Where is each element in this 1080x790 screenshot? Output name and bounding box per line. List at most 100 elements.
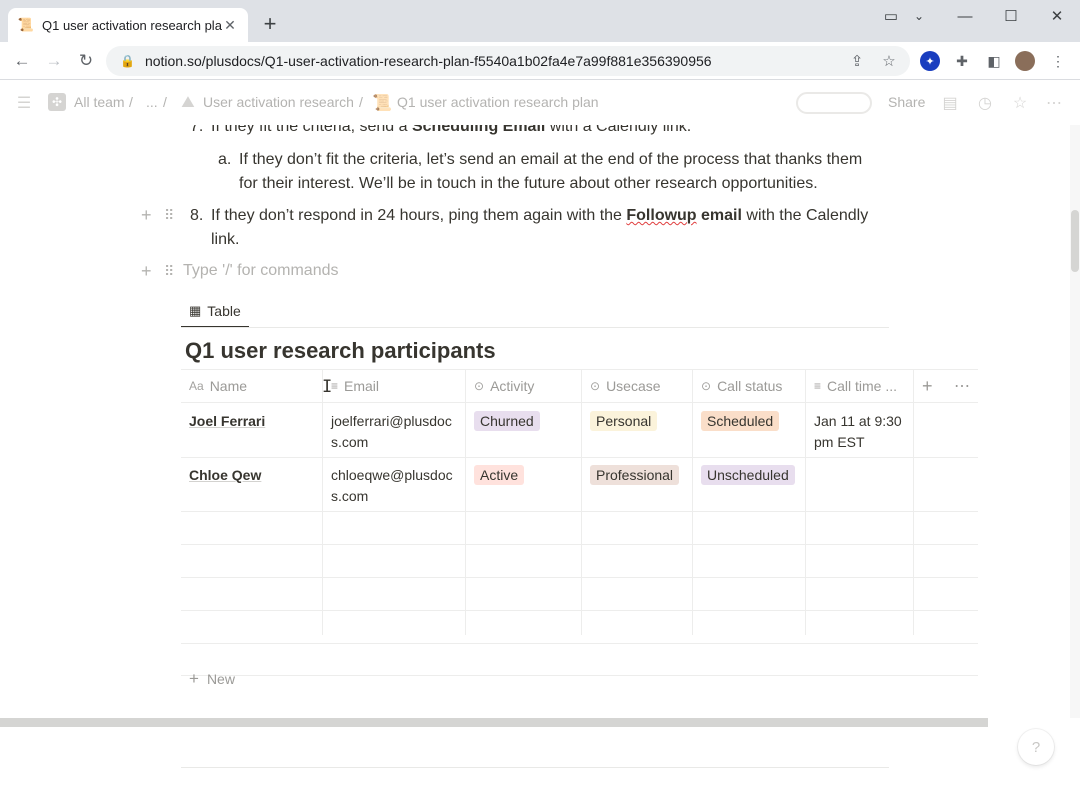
plus-icon: + xyxy=(189,669,199,688)
minimize-button[interactable]: — xyxy=(950,0,980,32)
list-item-8-line2[interactable]: link. xyxy=(211,228,239,252)
notion-topbar: ☰ ✣ All team / ... / ⛰ User activation r… xyxy=(0,81,1080,125)
workspace-icon: ✣ xyxy=(48,93,66,111)
address-bar[interactable]: 🔒 notion.so/plusdocs/Q1-user-activation-… xyxy=(106,46,910,76)
collaborator-avatars[interactable] xyxy=(796,92,872,114)
comments-icon[interactable]: ▤ xyxy=(940,93,960,113)
status-badge: Unscheduled xyxy=(701,465,795,485)
parent-page-icon: ⛰ xyxy=(181,94,195,111)
page-content: 7. If they fit the criteria, send a Sche… xyxy=(0,125,1070,718)
favorite-star-icon[interactable]: ☆ xyxy=(1010,93,1030,113)
new-tab-button[interactable]: + xyxy=(258,12,282,36)
list-number: 7. xyxy=(190,125,204,135)
view-tab-label: Table xyxy=(207,302,241,319)
sidebar-menu-icon[interactable]: ☰ xyxy=(14,93,34,113)
browser-menu-icon[interactable]: ⋮ xyxy=(1048,51,1068,71)
lines-icon: ≡ xyxy=(814,379,822,393)
list-letter: a. xyxy=(218,151,232,168)
cell-activity[interactable]: Active xyxy=(466,458,581,493)
profile-avatar[interactable] xyxy=(1015,51,1035,71)
cell-usecase[interactable]: Professional xyxy=(582,458,692,493)
url-text: notion.so/plusdocs/Q1-user-activation-re… xyxy=(144,53,712,69)
list-item-8[interactable]: If they don’t respond in 24 hours, ping … xyxy=(211,204,868,228)
column-header-name[interactable]: Aa Name xyxy=(181,369,323,403)
lock-icon: 🔒 xyxy=(120,54,135,68)
side-panel-icon[interactable]: ◧ xyxy=(984,51,1004,71)
breadcrumb-workspace[interactable]: All team xyxy=(74,94,125,110)
breadcrumb-ellipsis[interactable]: ... xyxy=(146,94,158,110)
cell-call-status[interactable]: Scheduled xyxy=(693,404,805,439)
status-badge: Active xyxy=(474,465,525,485)
close-window-button[interactable]: ✕ xyxy=(1042,0,1072,32)
status-badge: Professional xyxy=(590,465,680,485)
extension-icon[interactable]: ✦ xyxy=(920,51,940,71)
text-cursor-icon: I xyxy=(322,377,333,397)
status-badge: Churned xyxy=(474,411,540,431)
view-tab-table[interactable]: ▦ Table xyxy=(181,295,249,328)
cell-call-time[interactable]: Jan 11 at 9:30 pm EST xyxy=(806,404,913,460)
row-divider xyxy=(181,610,978,611)
breadcrumb-separator: / xyxy=(359,94,363,110)
empty-block-placeholder[interactable]: Type '/' for commands xyxy=(183,262,339,280)
drag-handle-icon[interactable]: ⠿ xyxy=(164,205,174,225)
share-button[interactable]: Share xyxy=(888,94,925,110)
page-favicon-icon: 📜 xyxy=(17,17,35,32)
list-item-7a-line1[interactable]: If they don’t fit the criteria, let’s se… xyxy=(239,148,862,172)
cell-name[interactable]: Joel Ferrari xyxy=(181,404,322,439)
text-property-icon: Aa xyxy=(189,379,204,393)
status-badge: Scheduled xyxy=(701,411,780,431)
add-block-icon[interactable]: + xyxy=(141,205,152,225)
share-page-icon[interactable]: ⇪ xyxy=(848,52,866,70)
maximize-button[interactable]: ☐ xyxy=(996,0,1026,32)
more-properties-icon[interactable]: ⋯ xyxy=(946,369,978,403)
add-block-icon[interactable]: + xyxy=(141,261,152,281)
extensions-puzzle-icon[interactable]: ✚ xyxy=(952,51,972,71)
vertical-scrollbar-thumb[interactable] xyxy=(1071,210,1079,272)
column-header-activity[interactable]: ⊙ Activity xyxy=(466,369,582,403)
list-item-7a-line2[interactable]: for their interest. We’ll be in touch in… xyxy=(239,172,818,196)
cell-email[interactable]: chloeqwe@plusdoc s.com xyxy=(323,458,465,514)
row-divider xyxy=(181,511,978,512)
tab-title: Q1 user activation research plan xyxy=(42,17,222,33)
select-icon: ⊙ xyxy=(701,379,712,393)
row-divider xyxy=(181,643,978,644)
column-header-email[interactable]: ≡ Email xyxy=(323,369,466,403)
new-row-button[interactable]: + New xyxy=(189,669,235,689)
cell-call-time[interactable] xyxy=(806,458,913,472)
row-divider xyxy=(181,675,978,676)
status-badge: Personal xyxy=(590,411,658,431)
breadcrumb-separator: / xyxy=(163,94,167,110)
add-property-button[interactable]: + xyxy=(914,369,946,403)
horizontal-scrollbar[interactable] xyxy=(0,718,988,727)
browser-toolbar: ← → ↻ 🔒 notion.so/plusdocs/Q1-user-activ… xyxy=(0,42,1080,80)
cell-name[interactable]: Chloe Qew xyxy=(181,458,322,493)
database-title[interactable]: Q1 user research participants xyxy=(185,338,496,364)
list-item-7[interactable]: If they fit the criteria, send a Schedul… xyxy=(211,125,691,139)
column-header-usecase[interactable]: ⊙ Usecase xyxy=(582,369,693,403)
tab-close-icon[interactable]: ✕ xyxy=(222,17,238,33)
more-options-icon[interactable]: ⋯ xyxy=(1044,93,1064,113)
forward-button[interactable]: → xyxy=(42,49,66,73)
page-scroll-icon: 📜 xyxy=(372,95,392,112)
cell-activity[interactable]: Churned xyxy=(466,404,581,439)
chevron-down-icon[interactable]: ⌄ xyxy=(908,0,930,32)
select-icon: ⊙ xyxy=(474,379,485,393)
breadcrumb-separator: / xyxy=(129,94,133,110)
tab-search-icon[interactable]: ▭ xyxy=(880,0,902,32)
cell-usecase[interactable]: Personal xyxy=(582,404,692,439)
drag-handle-icon[interactable]: ⠿ xyxy=(164,261,174,281)
bookmark-star-icon[interactable]: ☆ xyxy=(880,52,898,70)
column-header-call-time[interactable]: ≡ Call time ... xyxy=(806,369,914,403)
updates-clock-icon[interactable]: ◷ xyxy=(975,93,995,113)
browser-tabstrip: 📜 Q1 user activation research plan ✕ + ▭… xyxy=(0,0,1080,42)
back-button[interactable]: ← xyxy=(10,49,34,73)
help-button[interactable]: ? xyxy=(1018,729,1054,765)
breadcrumb-parent[interactable]: User activation research xyxy=(203,94,354,110)
cell-call-status[interactable]: Unscheduled xyxy=(693,458,805,493)
select-icon: ⊙ xyxy=(590,379,601,393)
cell-email[interactable]: joelferrari@plusdoc s.com xyxy=(323,404,465,460)
column-header-call-status[interactable]: ⊙ Call status xyxy=(693,369,806,403)
reload-button[interactable]: ↻ xyxy=(74,49,98,73)
breadcrumb-current-page[interactable]: Q1 user activation research plan xyxy=(397,94,599,110)
browser-tab[interactable]: 📜 Q1 user activation research plan ✕ xyxy=(8,8,248,42)
